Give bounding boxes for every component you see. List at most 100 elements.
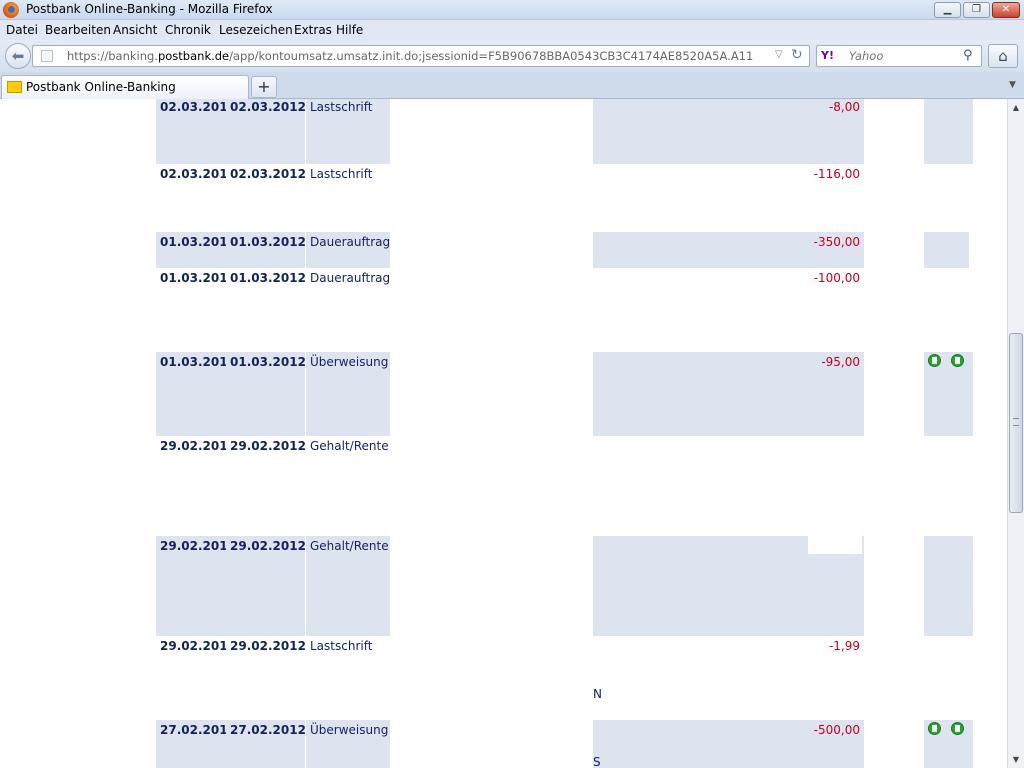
wertstellung-cell: 02.03.2012 (226, 164, 306, 232)
empfaenger-cell (593, 99, 800, 164)
betrag: -500,00 (813, 723, 860, 737)
url-domain: postbank.de (157, 49, 230, 63)
menu-bearbeiten[interactable]: Bearbeiten (45, 23, 111, 37)
betrag-cell: -350,00 (800, 232, 864, 268)
umsatzart-cell: Überweisung (306, 720, 390, 768)
home-button[interactable]: ⌂ (988, 44, 1018, 68)
url-bar[interactable]: https://banking.postbank.de/app/kontoums… (32, 45, 810, 67)
tab-postbank[interactable]: Postbank Online-Banking (1, 75, 249, 99)
menu-bar: Datei Bearbeiten Ansicht Chronik Lesezei… (0, 20, 1024, 40)
umsatzart-cell: Gehalt/Rente (306, 536, 390, 636)
search-input[interactable] (849, 48, 959, 64)
wertstellung: 29.02.2012 (230, 539, 306, 553)
spacer-cell (864, 436, 924, 536)
empfaenger-fragment: N (593, 687, 602, 701)
table-row[interactable]: 27.02.2012 27.02.2012 Überweisung S -500… (152, 720, 977, 768)
betrag: -95,00 (821, 355, 860, 369)
scrollbar-grip-icon (1013, 418, 1019, 426)
menu-ansicht[interactable]: Ansicht (113, 23, 157, 37)
buchungsdatum-cell: 01.03.2012 (156, 232, 236, 268)
url-path: /app/kontoumsatz.umsatz.init.do;jsession… (229, 49, 754, 63)
redacted-amount-patch (808, 536, 862, 554)
details-cell (396, 436, 593, 536)
table-row[interactable]: 02.03.2012 02.03.2012 Lastschrift -8,00 (152, 99, 977, 164)
empfaenger-fragment: S (593, 755, 601, 768)
betrag: -8,00 (828, 100, 860, 114)
buchungsdatum: 29.02.2012 (160, 639, 236, 653)
url-history-dropdown-icon[interactable]: ▽ (775, 49, 783, 60)
wertstellung-cell: 01.03.2012 (226, 232, 306, 268)
actions-cell (924, 352, 973, 436)
site-identity-icon[interactable] (41, 50, 53, 62)
buchungsdatum-cell: 01.03.2012 (156, 352, 236, 436)
umsatzart: Lastschrift (310, 167, 373, 181)
menu-datei[interactable]: Datei (6, 23, 38, 37)
menu-extras[interactable]: Extras (294, 23, 332, 37)
empfaenger-cell (593, 436, 800, 536)
tab-list-icon[interactable]: ▼ (1009, 80, 1016, 90)
details-cell (396, 536, 593, 636)
wertstellung: 01.03.2012 (230, 355, 306, 369)
betrag-cell (800, 436, 864, 536)
betrag-cell: -500,00 (800, 720, 864, 768)
betrag: -350,00 (813, 235, 860, 249)
table-row[interactable]: 01.03.2012 01.03.2012 Dauerauftrag -100,… (152, 268, 977, 352)
scrollbar-thumb[interactable] (1009, 333, 1023, 513)
yahoo-search-engine-icon[interactable]: Y! (821, 49, 834, 62)
empfaenger-cell (593, 232, 800, 268)
actions-cell (924, 436, 969, 536)
wertstellung: 01.03.2012 (230, 271, 306, 285)
empfaenger-cell (593, 352, 800, 436)
scroll-up-arrow-icon[interactable]: ▲ (1008, 99, 1024, 116)
menu-hilfe[interactable]: Hilfe (336, 23, 363, 37)
search-bar[interactable]: Y! ⚲ (816, 45, 982, 67)
buchungsdatum-cell: 27.02.2012 (156, 720, 236, 768)
wertstellung: 29.02.2012 (230, 639, 306, 653)
close-window-button[interactable]: ✕ (992, 2, 1020, 18)
spacer-cell (864, 720, 924, 768)
umsatzart-cell: Lastschrift (306, 99, 390, 164)
minimize-button[interactable]: ▁ (934, 2, 961, 18)
buchungsdatum-cell: 01.03.2012 (156, 268, 236, 352)
url-text[interactable]: https://banking.postbank.de/app/kontoums… (67, 49, 753, 63)
actions-cell (924, 720, 973, 768)
table-row[interactable]: 01.03.2012 01.03.2012 Dauerauftrag -350,… (152, 232, 977, 268)
vertical-scrollbar[interactable]: ▲ ▼ (1007, 99, 1024, 768)
buchungsdatum-cell: 29.02.2012 (156, 536, 236, 636)
table-row[interactable]: 29.02.2012 29.02.2012 Lastschrift N -1,9… (152, 636, 977, 720)
table-row[interactable]: 29.02.2012 29.02.2012 Gehalt/Rente (152, 436, 977, 536)
new-tab-button[interactable]: + (251, 76, 277, 98)
details-cell (396, 268, 593, 352)
umsatzart-cell: Lastschrift (306, 636, 390, 720)
spacer-cell (864, 164, 924, 232)
back-button[interactable]: ⬅ (5, 43, 31, 69)
spacer-cell (864, 99, 924, 164)
wertstellung: 27.02.2012 (230, 723, 306, 737)
url-prefix: https://banking. (67, 49, 158, 63)
details-document-icon[interactable] (928, 722, 941, 735)
actions-cell (924, 536, 973, 636)
print-receipt-icon[interactable] (951, 722, 964, 735)
actions-cell (924, 268, 969, 352)
search-icon[interactable]: ⚲ (963, 48, 973, 63)
navigation-toolbar: ⬅ https://banking.postbank.de/app/kontou… (0, 40, 1024, 72)
details-document-icon[interactable] (928, 354, 941, 367)
umsatzart: Überweisung (310, 723, 389, 737)
menu-lesezeichen[interactable]: Lesezeichen (219, 23, 293, 37)
umsatzart: Dauerauftrag (310, 271, 391, 285)
table-row[interactable]: 29.02.2012 29.02.2012 Gehalt/Rente (152, 536, 977, 636)
reload-icon[interactable]: ↻ (791, 47, 803, 63)
print-receipt-icon[interactable] (951, 354, 964, 367)
buchungsdatum: 02.03.2012 (160, 100, 236, 114)
buchungsdatum: 01.03.2012 (160, 235, 236, 249)
wertstellung-cell: 27.02.2012 (226, 720, 306, 768)
wertstellung-cell: 01.03.2012 (226, 268, 306, 352)
spacer-cell (864, 268, 924, 352)
details-cell (396, 636, 593, 720)
menu-chronik[interactable]: Chronik (165, 23, 211, 37)
maximize-button[interactable]: ❐ (963, 2, 990, 18)
tab-label: Postbank Online-Banking (26, 80, 176, 94)
table-row[interactable]: 02.03.2012 02.03.2012 Lastschrift -116,0… (152, 164, 977, 232)
table-row[interactable]: 01.03.2012 01.03.2012 Überweisung -95,00 (152, 352, 977, 436)
scroll-down-arrow-icon[interactable]: ▼ (1008, 751, 1024, 768)
